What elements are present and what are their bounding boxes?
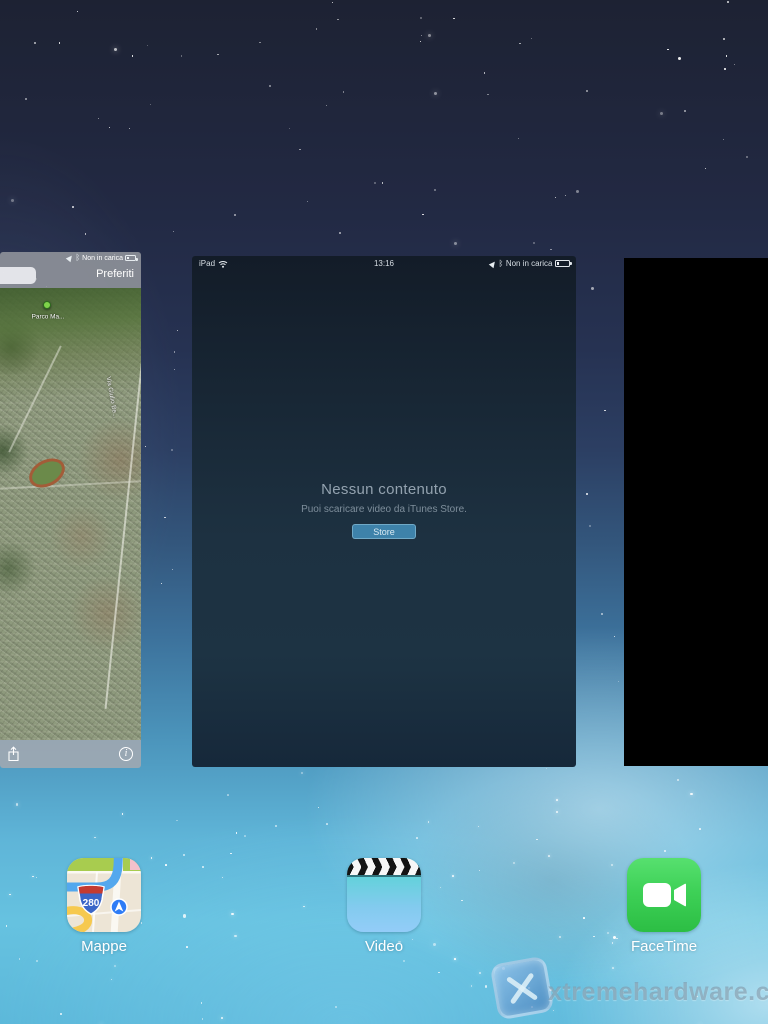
- battery-status-text: Non in carica: [82, 255, 123, 262]
- favorites-button[interactable]: Preferiti: [96, 268, 134, 280]
- map-road: [105, 281, 141, 709]
- maps-toolbar: i: [0, 740, 141, 768]
- map-park-label: Parco Ma...: [16, 313, 80, 320]
- watermark-text: xtremehardware.com: [548, 978, 768, 1007]
- info-icon[interactable]: i: [119, 747, 133, 761]
- app-label-mappe: Mappe: [59, 938, 149, 955]
- switcher-app-mappe[interactable]: 280 Mappe: [59, 858, 149, 955]
- bluetooth-icon: ᛒ: [75, 254, 80, 262]
- map-road: [8, 346, 62, 453]
- switcher-app-facetime[interactable]: FaceTime: [619, 858, 709, 955]
- video-camera-icon: [627, 858, 701, 932]
- location-arrow-icon: [66, 254, 74, 262]
- video-app-icon: [347, 858, 421, 932]
- app-label-facetime: FaceTime: [619, 938, 709, 955]
- wifi-icon: [218, 260, 228, 268]
- battery-icon: [555, 260, 570, 268]
- share-icon[interactable]: [7, 746, 20, 767]
- clapperboard-stripes: [347, 858, 421, 867]
- empty-state-subtitle: Puoi scaricare video da iTunes Store.: [192, 504, 576, 515]
- app-label-video: Video: [339, 938, 429, 955]
- clapperboard-stripes: [347, 867, 421, 875]
- app-card-videos[interactable]: iPad 13:16 ᛒ Non in carica Nessun conten…: [192, 256, 576, 767]
- bluetooth-icon: ᛒ: [499, 260, 504, 268]
- watermark-logo: [490, 956, 555, 1021]
- maps-status-bar: ᛒ Non in carica: [67, 254, 136, 262]
- maps-app-icon: 280: [67, 858, 141, 932]
- location-arrow-icon: [489, 259, 497, 267]
- battery-status-text: Non in carica: [506, 259, 553, 268]
- battery-icon: [125, 255, 136, 261]
- search-input[interactable]: [0, 267, 36, 284]
- status-time: 13:16: [374, 259, 394, 268]
- map-pin-icon: [43, 301, 51, 309]
- map-road: [0, 480, 141, 489]
- app-card-facetime-preview[interactable]: [624, 258, 768, 766]
- empty-state-title: Nessun contenuto: [192, 481, 576, 498]
- maps-nav-bar: ᛒ Non in carica Preferiti: [0, 252, 141, 288]
- interstate-shield-number: 280: [83, 898, 100, 909]
- facetime-app-icon: [627, 858, 701, 932]
- switcher-app-video[interactable]: Video: [339, 858, 429, 955]
- app-card-maps[interactable]: ᛒ Non in carica Preferiti Parco Ma... Vi…: [0, 252, 141, 768]
- device-label: iPad: [199, 259, 215, 268]
- clapperboard-hinge: [347, 875, 421, 877]
- map-satellite-preview: Parco Ma... Via Giulio Be...: [0, 288, 141, 740]
- video-status-bar: iPad 13:16 ᛒ Non in carica: [192, 256, 576, 272]
- map-street-label: Via Giulio Be...: [105, 376, 119, 419]
- store-button[interactable]: Store: [352, 524, 416, 539]
